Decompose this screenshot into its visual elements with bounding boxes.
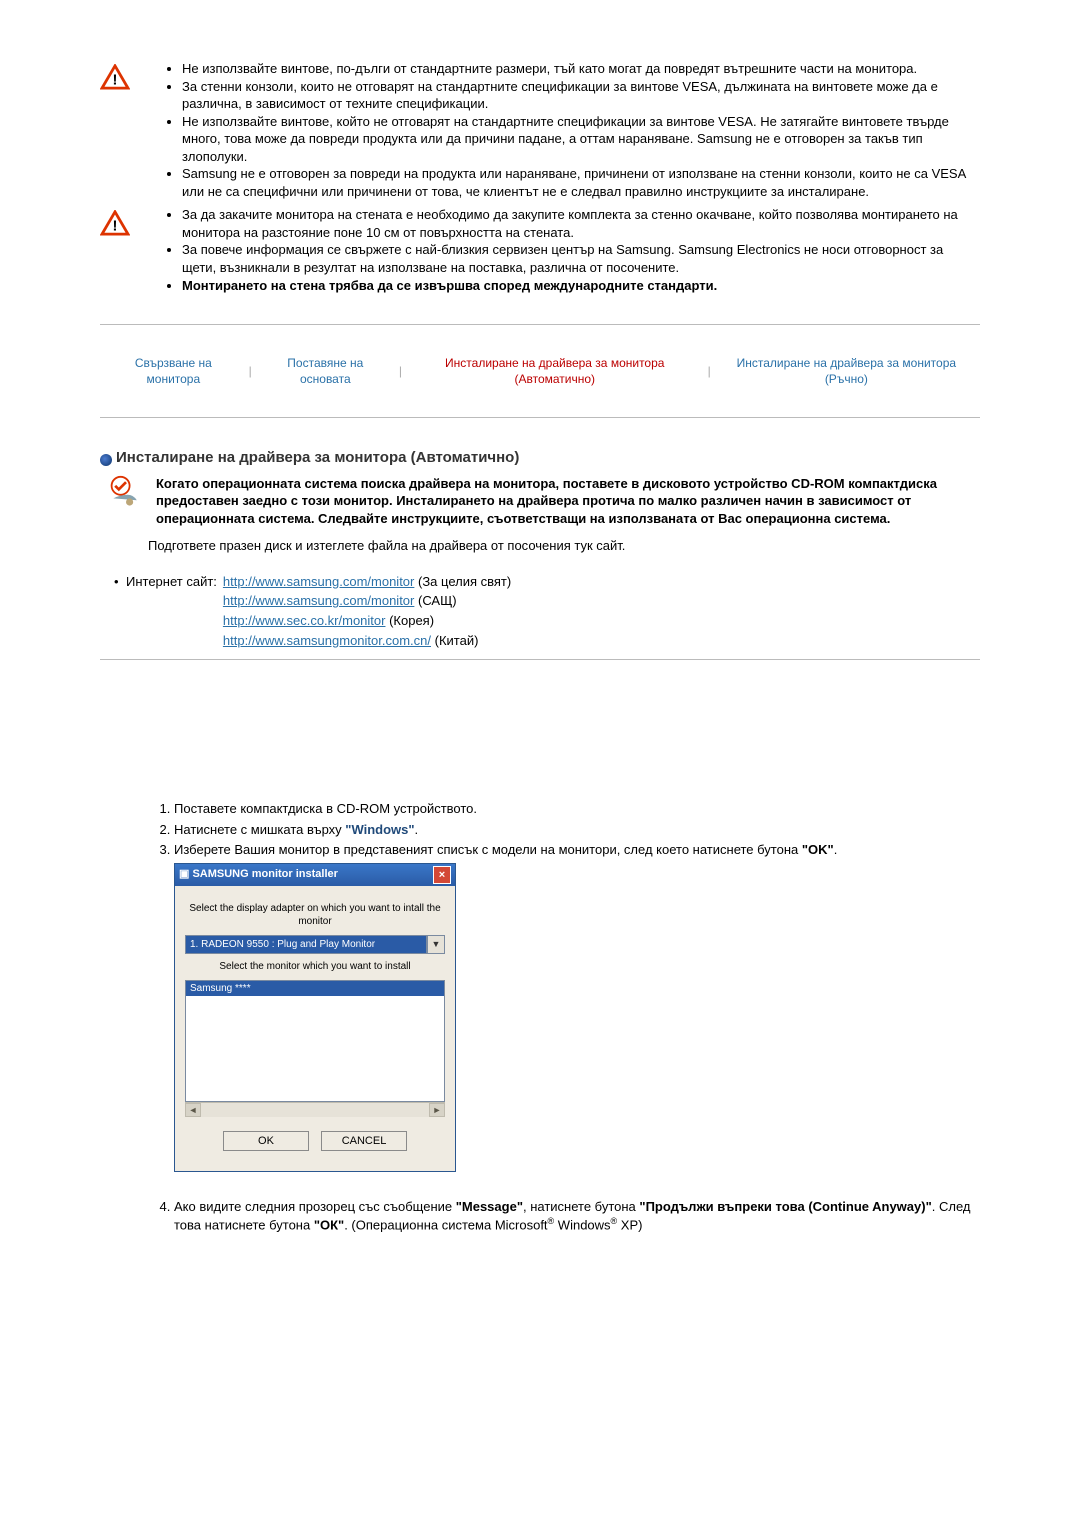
warning-item: Не използвайте винтове, който не отговар… bbox=[182, 113, 980, 166]
section-check-icon bbox=[100, 475, 156, 516]
tab-install-base[interactable]: Поставяне на основата bbox=[254, 355, 397, 387]
close-icon[interactable]: × bbox=[433, 866, 451, 884]
step-3: Изберете Вашия монитор в представеният с… bbox=[174, 841, 980, 1172]
installer-title: ▣ SAMSUNG monitor installer bbox=[179, 867, 338, 882]
warning-item: Не използвайте винтове, по-дълги от стан… bbox=[182, 60, 980, 78]
warning-icon-2: ! bbox=[100, 206, 160, 236]
scroll-track[interactable] bbox=[201, 1103, 429, 1117]
tab-separator: | bbox=[247, 363, 254, 379]
step-4: Ако видите следния прозорец със съобщени… bbox=[174, 1198, 980, 1234]
site-suffix: (САЩ) bbox=[418, 593, 457, 608]
installer-label-adapter: Select the display adapter on which you … bbox=[185, 902, 445, 929]
tab-separator: | bbox=[706, 363, 713, 379]
section-tabs: Свързване на монитора | Поставяне на осн… bbox=[100, 355, 980, 387]
cancel-button[interactable]: CANCEL bbox=[321, 1131, 407, 1151]
site-link-china[interactable]: http://www.samsungmonitor.com.cn/ bbox=[223, 633, 431, 648]
dropdown-icon[interactable]: ▼ bbox=[427, 935, 445, 955]
ok-button[interactable]: OK bbox=[223, 1131, 309, 1151]
tab-separator: | bbox=[397, 363, 404, 379]
warning-item: За да закачите монитора на стената е нео… bbox=[182, 206, 980, 241]
section-title: Инсталиране на драйвера за монитора (Авт… bbox=[116, 448, 980, 468]
site-link-korea[interactable]: http://www.sec.co.kr/monitor bbox=[223, 613, 386, 628]
installer-label-monitor: Select the monitor which you want to ins… bbox=[185, 960, 445, 974]
monitor-list-item[interactable]: Samsung **** bbox=[186, 981, 444, 997]
step-1: Поставете компактдиска в CD-ROM устройст… bbox=[174, 800, 980, 818]
installer-window: ▣ SAMSUNG monitor installer × Select the… bbox=[174, 863, 456, 1172]
tab-connect-monitor[interactable]: Свързване на монитора bbox=[100, 355, 247, 387]
tab-install-driver-auto[interactable]: Инсталиране на драйвера за монитора (Авт… bbox=[404, 355, 706, 387]
warning-item: За стенни конзоли, които не отговарят на… bbox=[182, 78, 980, 113]
warning-icon-1: ! bbox=[100, 60, 160, 90]
warning-item: За повече информация се свържете с най-б… bbox=[182, 241, 980, 276]
internet-site-label: •Интернет сайт: bbox=[114, 573, 217, 651]
horizontal-scrollbar[interactable]: ◄ ► bbox=[185, 1102, 445, 1117]
site-suffix: (За целия свят) bbox=[418, 574, 511, 589]
section-bullet-icon bbox=[100, 454, 112, 466]
scroll-right-icon[interactable]: ► bbox=[429, 1103, 445, 1117]
warning-item: Монтирането на стена трябва да се извърш… bbox=[182, 277, 980, 295]
svg-text:!: ! bbox=[113, 219, 118, 235]
site-link-usa[interactable]: http://www.samsung.com/monitor bbox=[223, 593, 414, 608]
site-link-world[interactable]: http://www.samsung.com/monitor bbox=[223, 574, 414, 589]
section-intro: Когато операционната система поиска драй… bbox=[156, 475, 980, 528]
site-suffix: (Корея) bbox=[389, 613, 434, 628]
adapter-select[interactable]: 1. RADEON 9550 : Plug and Play Monitor bbox=[185, 935, 427, 955]
site-suffix: (Китай) bbox=[435, 633, 479, 648]
tab-install-driver-manual[interactable]: Инсталиране на драйвера за монитора (Ръч… bbox=[713, 355, 980, 387]
step-2: Натиснете с мишката върху "Windows". bbox=[174, 821, 980, 839]
svg-text:!: ! bbox=[113, 72, 118, 88]
scroll-left-icon[interactable]: ◄ bbox=[185, 1103, 201, 1117]
prepare-text: Подгответе празен диск и изтеглете файла… bbox=[148, 537, 980, 555]
windows-link[interactable]: "Windows" bbox=[345, 822, 414, 837]
warning-item: Samsung не е отговорен за повреди на про… bbox=[182, 165, 980, 200]
monitor-listbox[interactable]: Samsung **** bbox=[185, 980, 445, 1102]
